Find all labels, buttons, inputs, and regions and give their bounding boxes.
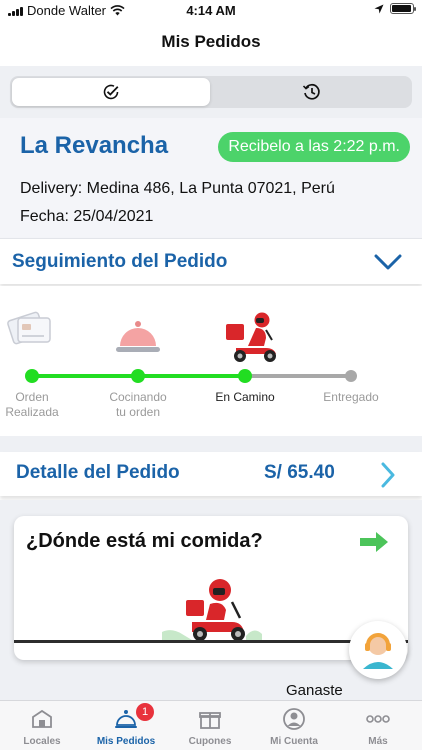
- step-dot-on-the-way: [238, 369, 252, 383]
- status-bar: Donde Walter 4:14 AM: [0, 0, 422, 22]
- order-timeline: Orden Realizada Cocinando tu orden En Ca…: [0, 286, 422, 436]
- delivery-address: Delivery: Medina 486, La Punta 07021, Pe…: [20, 180, 335, 197]
- eta-badge: Recibelo a las 2:22 p.m.: [218, 132, 410, 162]
- check-circle-icon: [103, 84, 119, 100]
- chevron-right-icon: [381, 462, 395, 488]
- gift-icon: [199, 712, 221, 729]
- segmented-control: [10, 76, 412, 108]
- tab-label: Más: [368, 736, 388, 747]
- tab-label: Locales: [23, 736, 61, 747]
- tracking-toggle[interactable]: Seguimiento del Pedido: [0, 238, 422, 284]
- page-title: Mis Pedidos: [161, 32, 261, 51]
- tab-cupones[interactable]: Cupones: [168, 701, 252, 750]
- status-time: 4:14 AM: [186, 3, 236, 18]
- battery-icon: [390, 3, 416, 14]
- tab-mas[interactable]: Más: [336, 701, 420, 750]
- tab-mis-pedidos[interactable]: 1 Mis Pedidos: [84, 701, 168, 750]
- step-dot-placed: [25, 369, 39, 383]
- user-icon: [283, 708, 305, 730]
- order-detail-label: Detalle del Pedido: [16, 462, 180, 483]
- segment-history[interactable]: [212, 78, 410, 106]
- history-clock-icon: [302, 83, 320, 100]
- more-icon: [366, 715, 390, 723]
- tab-locales[interactable]: Locales: [0, 701, 84, 750]
- where-is-my-food-title: ¿Dónde está mi comida?: [26, 530, 263, 552]
- order-detail-row[interactable]: Detalle del Pedido S/ 65.40: [0, 452, 422, 496]
- delivery-scooter-icon: [226, 312, 276, 362]
- step-label-delivered: Entregado: [308, 390, 394, 405]
- progress-line-3: [245, 374, 352, 378]
- tracking-title: Seguimiento del Pedido: [12, 251, 228, 272]
- chevron-down-icon: [374, 254, 402, 270]
- support-agent-button[interactable]: [349, 621, 407, 679]
- progress-line-1: [32, 374, 138, 378]
- tab-label: Cupones: [188, 736, 232, 747]
- tab-bar: Locales 1 Mis Pedidos Cupones Mi Cuenta …: [0, 700, 422, 750]
- orders-badge: 1: [136, 703, 154, 721]
- tab-mi-cuenta[interactable]: Mi Cuenta: [252, 701, 336, 750]
- section-spacer: [0, 436, 422, 452]
- ganaste-label: Ganaste: [286, 682, 343, 699]
- order-date: Fecha: 25/04/2021: [20, 208, 154, 225]
- step-label-on-the-way: En Camino: [200, 390, 290, 405]
- arrow-right-icon: [360, 532, 388, 552]
- step-dot-cooking: [131, 369, 145, 383]
- tab-label: Mis Pedidos: [96, 736, 156, 747]
- tab-label: Mi Cuenta: [270, 736, 318, 747]
- step-label-line: Realizada: [5, 405, 59, 419]
- order-summary: La Revancha Recibelo a las 2:22 p.m. Del…: [0, 118, 422, 238]
- progress-line-2: [138, 374, 245, 378]
- step-label-line: En Camino: [215, 390, 275, 404]
- step-label-line: Orden: [15, 390, 49, 404]
- order-total: S/ 65.40: [264, 462, 335, 483]
- step-label-placed: Orden Realizada: [0, 390, 64, 420]
- step-label-line: Cocinando: [109, 390, 167, 404]
- store-icon: [32, 709, 52, 728]
- delivery-rider-illustration: [162, 579, 262, 641]
- segment-bar: [0, 66, 422, 118]
- status-right: [374, 3, 416, 14]
- food-cloche-icon: [116, 321, 160, 352]
- store-name: La Revancha: [20, 132, 169, 159]
- location-arrow-icon: [374, 4, 384, 13]
- segment-active-orders[interactable]: [12, 78, 210, 106]
- step-dot-delivered: [345, 370, 357, 382]
- delivery-bell-icon: [115, 710, 137, 728]
- step-label-cooking: Cocinando tu orden: [98, 390, 178, 420]
- step-label-line: Entregado: [323, 390, 379, 404]
- step-label-line: tu orden: [115, 405, 161, 419]
- support-agent-icon: [363, 633, 393, 669]
- credit-card-icon: [7, 311, 51, 345]
